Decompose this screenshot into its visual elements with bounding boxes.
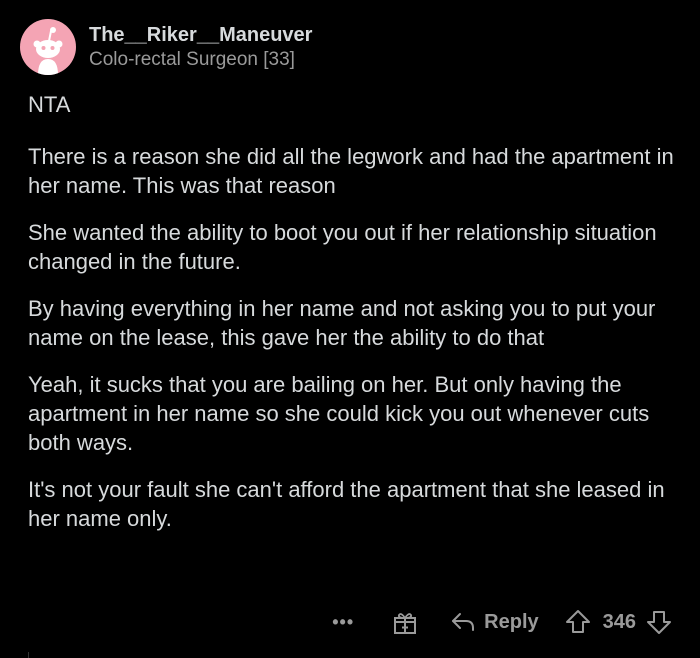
comment-paragraph: She wanted the ability to boot you out i… <box>28 220 657 274</box>
comment: The__Riker__Maneuver Colo-rectal Surgeon… <box>0 0 700 658</box>
comment-body: NTA There is a reason she did all the le… <box>28 90 678 551</box>
comment-actions: ••• Reply 346 <box>332 606 672 638</box>
downvote-button[interactable] <box>646 609 672 635</box>
more-options-button[interactable]: ••• <box>332 612 354 633</box>
downvote-arrow-icon <box>647 611 671 634</box>
username-link[interactable]: The__Riker__Maneuver <box>89 23 312 47</box>
user-meta: The__Riker__Maneuver Colo-rectal Surgeon… <box>89 23 312 72</box>
gift-award-button[interactable] <box>392 609 418 635</box>
comment-paragraph: By having everything in her name and not… <box>28 296 656 350</box>
reply-arrow-icon <box>452 613 475 631</box>
reply-label: Reply <box>484 610 539 633</box>
comment-header: The__Riker__Maneuver Colo-rectal Surgeon… <box>20 18 312 76</box>
thread-line <box>28 652 29 658</box>
user-flair: Colo-rectal Surgeon [33] <box>89 48 295 70</box>
vote-score: 346 <box>602 610 636 633</box>
upvote-button[interactable] <box>565 609 591 635</box>
comment-paragraph: Yeah, it sucks that you are bailing on h… <box>28 372 650 455</box>
avatar[interactable] <box>20 19 76 75</box>
comment-paragraph: It's not your fault she can't afford the… <box>28 477 665 531</box>
upvote-arrow-icon <box>565 610 590 633</box>
reply-button[interactable]: Reply <box>450 610 539 634</box>
gift-icon <box>394 613 417 634</box>
comment-paragraph: There is a reason she did all the legwor… <box>28 144 674 198</box>
comment-paragraph: NTA <box>28 92 71 117</box>
snoo-avatar-icon <box>33 27 63 75</box>
